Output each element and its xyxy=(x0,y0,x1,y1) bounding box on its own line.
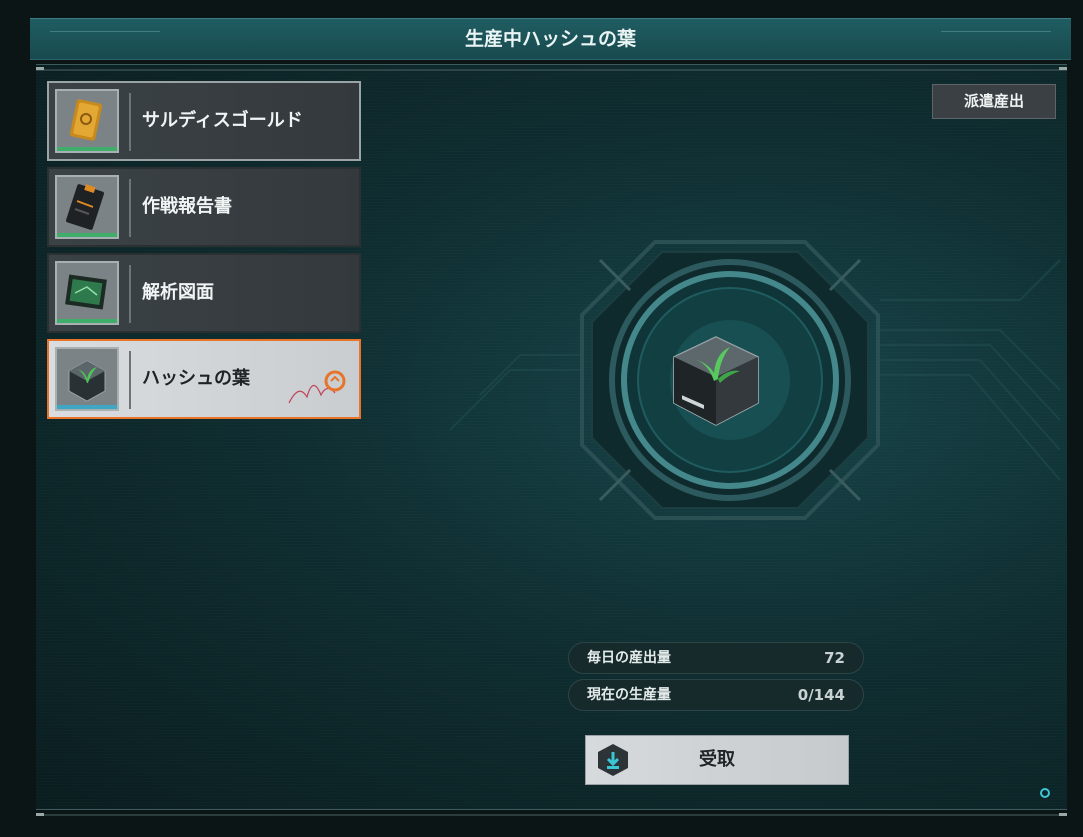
selected-signature-mark xyxy=(288,370,346,404)
production-item-gold[interactable]: サルディスゴールド xyxy=(47,81,361,161)
daily-output-label: 毎日の産出量 xyxy=(587,650,671,666)
corner-cap xyxy=(1059,67,1067,70)
blueprint-icon xyxy=(55,261,119,325)
item-label: 作戦報告書 xyxy=(142,196,232,217)
corner-cap xyxy=(36,813,44,816)
plant-cube-icon xyxy=(673,336,759,426)
item-label: サルディスゴールド xyxy=(142,110,303,131)
report-icon xyxy=(55,175,119,239)
corner-cap xyxy=(36,67,44,70)
page-title: 生産中ハッシュの葉 xyxy=(464,28,636,50)
item-separator xyxy=(129,351,131,409)
current-production-label: 現在の生産量 xyxy=(587,687,671,703)
claim-button[interactable]: 受取 xyxy=(585,735,849,785)
item-label: 解析図面 xyxy=(142,282,214,303)
production-item-hash-leaf[interactable]: ハッシュの葉 xyxy=(47,339,361,419)
item-separator xyxy=(129,265,131,323)
production-item-report[interactable]: 作戦報告書 xyxy=(47,167,361,247)
title-decoration-right xyxy=(941,31,1051,32)
item-separator xyxy=(129,179,131,237)
claim-label: 受取 xyxy=(699,749,735,770)
title-bar: 生産中ハッシュの葉 xyxy=(30,18,1071,60)
production-item-blueprint[interactable]: 解析図面 xyxy=(47,253,361,333)
daily-output-row: 毎日の産出量 72 xyxy=(568,642,864,674)
gold-bar-icon xyxy=(55,89,119,153)
dispatch-production-button[interactable]: 派遣産出 xyxy=(932,84,1056,119)
corner-cap xyxy=(1059,813,1067,816)
plant-cube-icon xyxy=(55,347,119,411)
production-item-list: サルディスゴールド 作戦報告書 解析図面 ハッシュの葉 xyxy=(47,81,367,425)
current-production-value: 0/144 xyxy=(797,686,845,704)
status-indicator xyxy=(1040,788,1050,798)
item-label: ハッシュの葉 xyxy=(142,368,250,389)
current-production-row: 現在の生産量 0/144 xyxy=(568,679,864,711)
daily-output-value: 72 xyxy=(824,649,845,667)
item-separator xyxy=(129,93,131,151)
